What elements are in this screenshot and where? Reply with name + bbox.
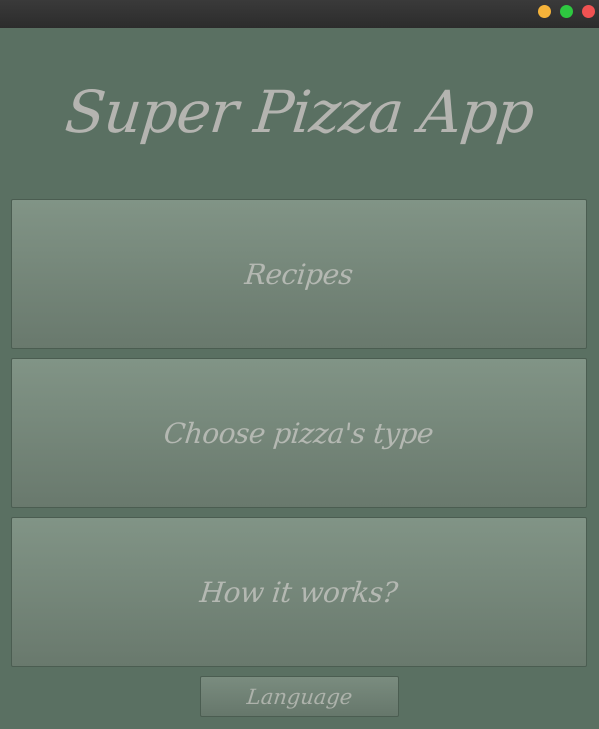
language-button-label: Language — [245, 684, 354, 709]
how-it-works-button[interactable]: How it works? — [11, 517, 587, 667]
maximize-window-icon[interactable] — [560, 5, 573, 18]
app-title: Super Pizza App — [62, 78, 537, 146]
recipes-button[interactable]: Recipes — [11, 199, 587, 349]
recipes-button-label: Recipes — [243, 257, 355, 291]
how-it-works-button-label: How it works? — [198, 575, 400, 609]
choose-pizza-type-button-label: Choose pizza's type — [162, 416, 436, 450]
close-window-icon[interactable] — [582, 5, 595, 18]
window-titlebar — [0, 0, 599, 28]
choose-pizza-type-button[interactable]: Choose pizza's type — [11, 358, 587, 508]
language-button[interactable]: Language — [200, 676, 399, 717]
minimize-window-icon[interactable] — [538, 5, 551, 18]
app-main: Super Pizza App Recipes Choose pizza's t… — [0, 28, 599, 729]
